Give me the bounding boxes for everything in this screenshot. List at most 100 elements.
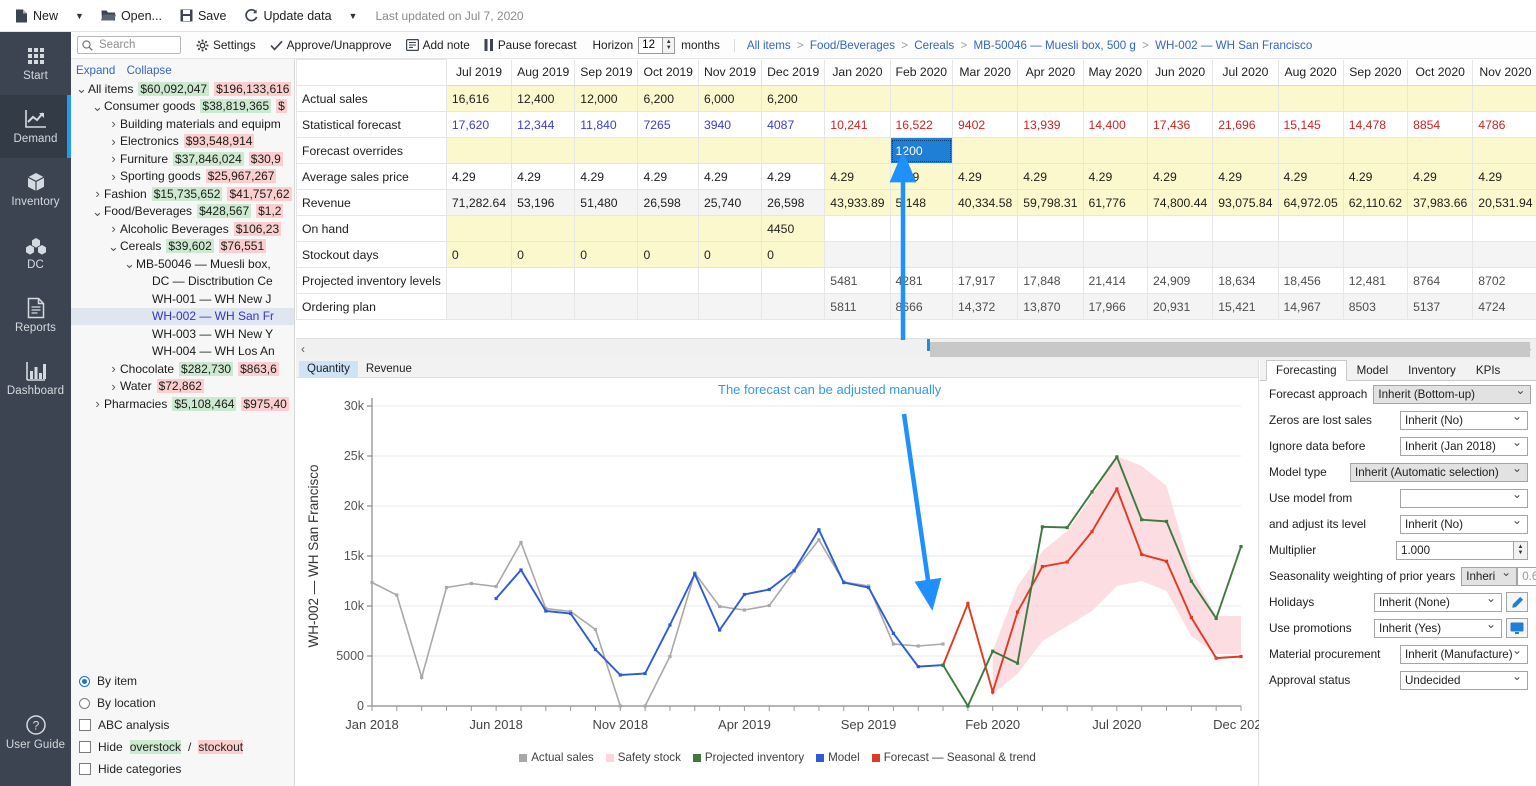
grid-cell[interactable] bbox=[824, 85, 891, 112]
tree-node[interactable]: › Fashion $15,735,652 $41,757,62 bbox=[71, 185, 294, 203]
grid-cell[interactable]: 8702 bbox=[1472, 267, 1536, 294]
grid-cell[interactable] bbox=[445, 137, 513, 164]
forecast-data-grid[interactable]: Jul 2019 Aug 2019 Sep 2019 Oct 2019 Nov 2019… bbox=[296, 59, 1536, 337]
grid-cell[interactable]: 4.29 bbox=[511, 163, 576, 190]
checkbox-abc-analysis[interactable]: ABC analysis bbox=[79, 714, 289, 736]
grid-cell[interactable] bbox=[1212, 137, 1279, 164]
grid-cell[interactable] bbox=[889, 215, 954, 242]
tree-node[interactable]: ⌄ MB-50046 — Muesli box, bbox=[71, 255, 294, 273]
legend-item[interactable]: Projected inventory bbox=[692, 751, 804, 764]
pause-forecast-button[interactable]: Pause forecast bbox=[477, 35, 584, 55]
select-wrap[interactable]: Inherit (Yes) bbox=[1374, 617, 1502, 638]
select-wrap[interactable]: Inherit (No) bbox=[1400, 513, 1528, 534]
grid-cell[interactable]: 14,967 bbox=[1277, 293, 1344, 320]
property-select[interactable]: Undecided bbox=[1400, 670, 1528, 690]
nav-item-dashboard[interactable]: Dashboard bbox=[0, 347, 71, 410]
grid-cell[interactable] bbox=[1472, 241, 1536, 268]
grid-cell[interactable]: 64,972.05 bbox=[1277, 189, 1344, 216]
grid-cell[interactable]: 24,909 bbox=[1147, 267, 1214, 294]
expand-link[interactable]: Expand bbox=[76, 64, 115, 77]
grid-cell[interactable] bbox=[574, 215, 639, 242]
tree-node[interactable]: › Water $72,862 bbox=[71, 378, 294, 396]
grid-column-header[interactable]: Sep 2019 bbox=[574, 59, 639, 86]
forecast-line-chart[interactable]: 0 5000 10k 15k 20k 25k 30k Jan 2018 Jun 2018 Nov … bbox=[296, 378, 1269, 748]
breadcrumb-item-2[interactable]: Cereals bbox=[914, 39, 954, 52]
property-select[interactable]: Inherit (No) bbox=[1400, 410, 1528, 430]
grid-column-header[interactable]: Dec 2019 bbox=[761, 59, 826, 86]
property-select[interactable]: Inherit (Bottom-up) bbox=[1373, 384, 1532, 404]
grid-cell[interactable]: 13,870 bbox=[1017, 293, 1084, 320]
select-wrap[interactable]: Undecided bbox=[1400, 669, 1528, 690]
grid-cell[interactable]: 4.29 bbox=[1407, 163, 1474, 190]
grid-cell[interactable] bbox=[697, 293, 763, 320]
grid-cell[interactable]: 14,400 bbox=[1082, 111, 1149, 138]
seasonality-select-wrap[interactable]: Inheri bbox=[1461, 565, 1518, 586]
grid-cell[interactable] bbox=[1277, 241, 1344, 268]
property-select[interactable]: Inherit (Automatic selection) bbox=[1350, 462, 1528, 482]
open-button[interactable]: Open... bbox=[92, 5, 171, 27]
checkbox-hide-overstock-stockout[interactable]: Hide overstock / stockout bbox=[79, 736, 289, 758]
tab-quantity[interactable]: Quantity bbox=[299, 361, 358, 377]
grid-column-header[interactable]: Mar 2020 bbox=[952, 59, 1019, 86]
grid-cell[interactable] bbox=[697, 267, 763, 294]
grid-cell[interactable]: 11,840 bbox=[574, 111, 639, 138]
tree-node[interactable]: ⌄ Cereals $39,602 $76,551 bbox=[71, 238, 294, 256]
seasonality-weighting-select[interactable]: Inheri bbox=[1461, 566, 1518, 586]
chevron-down-icon[interactable]: ⌄ bbox=[75, 82, 88, 95]
grid-cell[interactable] bbox=[1407, 241, 1474, 268]
radio-by-item-control[interactable] bbox=[79, 675, 90, 687]
grid-cell[interactable] bbox=[1082, 215, 1149, 242]
update-dropdown-caret[interactable]: ▼ bbox=[341, 6, 366, 26]
grid-cell[interactable]: 59,798.31 bbox=[1017, 189, 1084, 216]
legend-item[interactable]: Forecast — Seasonal & trend bbox=[871, 751, 1036, 764]
grid-cell[interactable]: 16,522 bbox=[889, 111, 954, 138]
spin-down[interactable]: ▼ bbox=[1518, 550, 1524, 557]
nav-item-reports[interactable]: Reports bbox=[0, 284, 71, 347]
multiplier-input[interactable] bbox=[1396, 540, 1514, 560]
grid-cell[interactable]: 4.29 bbox=[824, 163, 891, 190]
radio-by-item[interactable]: By item bbox=[79, 670, 289, 692]
grid-cell[interactable] bbox=[1017, 241, 1084, 268]
tab-kpis[interactable]: KPIs bbox=[1466, 360, 1510, 380]
grid-cell[interactable] bbox=[445, 267, 513, 294]
grid-cell[interactable] bbox=[511, 293, 576, 320]
tree-node[interactable]: WH-004 — WH Los An bbox=[71, 343, 294, 361]
tree-node[interactable]: DC — Disctribution Ce bbox=[71, 273, 294, 291]
chevron-down-icon[interactable]: ⌄ bbox=[91, 100, 104, 113]
select-wrap[interactable]: Inherit (Manufacture) bbox=[1400, 643, 1528, 664]
grid-cell[interactable]: 8503 bbox=[1342, 293, 1409, 320]
radio-by-location-control[interactable] bbox=[79, 697, 90, 709]
grid-cell[interactable] bbox=[1147, 85, 1214, 112]
grid-cell[interactable]: 0 bbox=[761, 241, 826, 268]
grid-cell[interactable] bbox=[1342, 85, 1409, 112]
new-button[interactable]: New bbox=[6, 5, 67, 27]
grid-cell[interactable] bbox=[761, 137, 826, 164]
grid-column-header[interactable]: Oct 2019 bbox=[637, 59, 699, 86]
grid-cell[interactable]: 3940 bbox=[697, 111, 763, 138]
grid-cell[interactable] bbox=[1212, 85, 1279, 112]
grid-cell[interactable]: 0 bbox=[697, 241, 763, 268]
grid-cell[interactable] bbox=[445, 215, 513, 242]
nav-item-dc[interactable]: DC bbox=[0, 221, 71, 284]
tree-node[interactable]: WH-003 — WH New Y bbox=[71, 325, 294, 343]
grid-cell[interactable]: 17,848 bbox=[1017, 267, 1084, 294]
legend-item[interactable]: Actual sales bbox=[519, 751, 594, 764]
grid-cell[interactable] bbox=[1082, 137, 1149, 164]
grid-cell[interactable] bbox=[511, 267, 576, 294]
select-wrap[interactable]: Inherit (Jan 2018) bbox=[1400, 435, 1528, 456]
tree-node[interactable]: › Sporting goods $25,967,267 bbox=[71, 168, 294, 186]
grid-cell[interactable] bbox=[1082, 85, 1149, 112]
breadcrumb-item-3[interactable]: MB-50046 — Muesli box, 500 g bbox=[973, 39, 1135, 52]
grid-cell[interactable]: 17,436 bbox=[1147, 111, 1214, 138]
grid-cell[interactable]: 15,145 bbox=[1277, 111, 1344, 138]
grid-cell[interactable]: 4.29 bbox=[637, 163, 699, 190]
grid-cell[interactable] bbox=[1407, 215, 1474, 242]
grid-cell[interactable]: 21,696 bbox=[1212, 111, 1279, 138]
chevron-right-icon[interactable]: › bbox=[91, 186, 104, 201]
legend-item[interactable]: Safety stock bbox=[605, 751, 681, 764]
grid-cell[interactable] bbox=[1407, 85, 1474, 112]
grid-cell[interactable] bbox=[952, 215, 1019, 242]
tab-inventory[interactable]: Inventory bbox=[1398, 360, 1466, 380]
grid-cell[interactable]: 7265 bbox=[637, 111, 699, 138]
chevron-right-icon[interactable]: › bbox=[107, 151, 120, 166]
